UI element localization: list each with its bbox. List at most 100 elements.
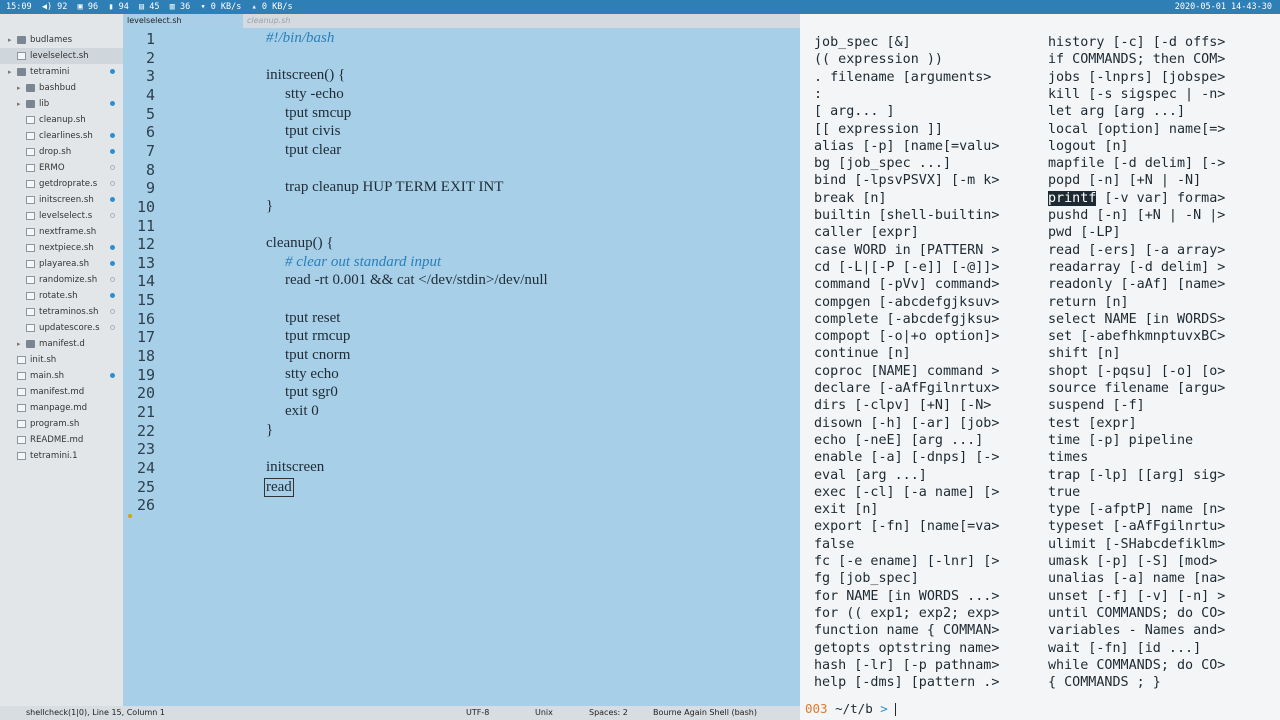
help-entry: fg [job_spec]: [814, 571, 919, 587]
prompt-arrow: >: [880, 701, 888, 716]
sidebar-item[interactable]: README.md: [0, 432, 123, 448]
folder-icon: [26, 100, 35, 108]
sidebar-item[interactable]: drop.sh: [0, 144, 123, 160]
sidebar-item[interactable]: playarea.sh: [0, 256, 123, 272]
sidebar-item[interactable]: ▸ budlames: [0, 32, 123, 48]
code-line[interactable]: tput civis: [285, 123, 340, 140]
help-entry: select NAME [in WORDS>: [1048, 311, 1226, 327]
prompt-number: 003: [805, 701, 828, 716]
system-indicators: 15:09 ◀) 92 ▣ 96 ▮ 94 ▤ 45 ▥ 36 ▾ 0 KB/s…: [6, 2, 293, 12]
sidebar-item-label: getdroprate.s: [39, 179, 98, 189]
sidebar-item[interactable]: clearlines.sh: [0, 128, 123, 144]
lint-status[interactable]: shellcheck(1|0), Line 15, Column 1: [26, 706, 165, 720]
sidebar-item[interactable]: updatescore.s: [0, 320, 123, 336]
sidebar-item[interactable]: rotate.sh: [0, 288, 123, 304]
help-entry: declare [-aAfFgilnrtux>: [814, 381, 1000, 396]
help-entry: getopts optstring name>: [814, 640, 1000, 656]
sidebar-item[interactable]: ▸ tetramini: [0, 64, 123, 80]
line-number: 25: [136, 477, 155, 496]
sidebar-item[interactable]: program.sh: [0, 416, 123, 432]
code-line[interactable]: cleanup() {: [266, 235, 334, 252]
encoding-status[interactable]: UTF-8: [466, 706, 489, 720]
sidebar-item[interactable]: init.sh: [0, 352, 123, 368]
help-entry: [[ expression ]]: [814, 121, 943, 137]
editor-tab-bar: levelselect.sh cleanup.sh: [123, 14, 800, 28]
git-status-dot-icon: [110, 149, 115, 154]
sidebar-item[interactable]: levelselect.sh: [0, 48, 123, 64]
help-entry: case WORD in [PATTERN >: [814, 242, 1000, 258]
sidebar-item[interactable]: initscreen.sh: [0, 192, 123, 208]
git-status-dot-icon: [110, 197, 115, 202]
help-entry: { COMMANDS ; }: [1048, 675, 1161, 691]
sidebar-item[interactable]: ▸ lib: [0, 96, 123, 112]
folder-icon: [17, 68, 26, 76]
code-line[interactable]: tput clear: [285, 142, 341, 159]
expand-arrow-icon[interactable]: ▸: [17, 336, 24, 352]
code-line[interactable]: tput reset: [285, 310, 340, 327]
sidebar-item[interactable]: levelselect.s: [0, 208, 123, 224]
help-entry: pushd [-n] [+N | -N |>: [1048, 208, 1226, 223]
code-line[interactable]: tput cnorm: [285, 347, 350, 364]
indent-status[interactable]: Spaces: 2: [589, 706, 628, 720]
sidebar-item[interactable]: randomize.sh: [0, 272, 123, 288]
code-line[interactable]: }: [266, 422, 273, 439]
code-line[interactable]: read: [264, 477, 294, 497]
sidebar-item[interactable]: nextpiece.sh: [0, 240, 123, 256]
code-line[interactable]: tput smcup: [285, 105, 351, 122]
tab-cleanup[interactable]: cleanup.sh: [243, 14, 363, 28]
file-icon: [26, 164, 35, 172]
code-line[interactable]: initscreen: [266, 459, 324, 476]
help-entry: job_spec [&]: [814, 35, 911, 50]
code-line[interactable]: stty echo: [285, 366, 339, 383]
help-entry: exit [n]: [814, 502, 879, 518]
sidebar-item-label: clearlines.sh: [39, 131, 93, 141]
sidebar-item[interactable]: ▸ bashbud: [0, 80, 123, 96]
sidebar-item[interactable]: cleanup.sh: [0, 112, 123, 128]
sidebar-item[interactable]: main.sh: [0, 368, 123, 384]
expand-arrow-icon[interactable]: ▸: [8, 32, 15, 48]
line-number: 5: [145, 104, 155, 123]
line-number: 3: [145, 67, 155, 86]
code-editor[interactable]: 1 #!/bin/bash 2 3 initscreen() {4 stty -echo 5…: [123, 28, 800, 706]
code-line[interactable]: initscreen() {: [266, 67, 345, 84]
help-entry: variables - Names and>: [1048, 623, 1226, 639]
sidebar-item[interactable]: ▸ manifest.d: [0, 336, 123, 352]
help-entry: hash [-lr] [-p pathnam>: [814, 657, 1000, 673]
line-number: 9: [145, 179, 155, 198]
shell-prompt[interactable]: 003 ~/t/b >: [805, 701, 897, 716]
sidebar-item[interactable]: tetramini.1: [0, 448, 123, 464]
code-line[interactable]: trap cleanup HUP TERM EXIT INT: [285, 179, 503, 196]
expand-arrow-icon[interactable]: ▸: [17, 96, 24, 112]
sidebar-item[interactable]: manpage.md: [0, 400, 123, 416]
syntax-status[interactable]: Bourne Again Shell (bash): [653, 706, 757, 720]
sidebar-item[interactable]: ERMO: [0, 160, 123, 176]
sidebar-item[interactable]: nextframe.sh: [0, 224, 123, 240]
code-line[interactable]: tput rmcup: [285, 328, 350, 345]
terminal-pane[interactable]: 003 ~/t/b > job_spec [&] (( expression ))…: [800, 14, 1280, 720]
help-entry: complete [-abcdefgjksu>: [814, 311, 1000, 327]
help-entry: dirs [-clpv] [+N] [-N>: [814, 398, 992, 414]
sidebar-item[interactable]: tetraminos.sh: [0, 304, 123, 320]
sidebar-item[interactable]: manifest.md: [0, 384, 123, 400]
code-line[interactable]: # clear out standard input: [285, 254, 441, 271]
code-line[interactable]: }: [266, 198, 273, 215]
line-endings-status[interactable]: Unix: [535, 706, 553, 720]
code-line[interactable]: exit 0: [285, 403, 319, 420]
help-entry: compgen [-abcdefgjksuv>: [814, 294, 1000, 310]
code-line[interactable]: #!/bin/bash: [266, 30, 334, 47]
expand-arrow-icon[interactable]: ▸: [8, 64, 15, 80]
code-line[interactable]: stty -echo: [285, 86, 344, 103]
line-number: 8: [145, 160, 155, 179]
help-entry: pwd [-LP]: [1048, 225, 1121, 241]
sidebar-item-label: playarea.sh: [39, 259, 90, 269]
code-line[interactable]: tput sgr0: [285, 384, 338, 401]
help-entry: readarray [-d delim] >: [1048, 259, 1226, 275]
file-icon: [17, 404, 26, 412]
tab-levelselect[interactable]: levelselect.sh: [123, 14, 243, 28]
sidebar-item-label: README.md: [30, 435, 84, 445]
expand-arrow-icon[interactable]: ▸: [17, 80, 24, 96]
help-entry: function name { COMMAN>: [814, 623, 1000, 639]
sidebar-item[interactable]: getdroprate.s: [0, 176, 123, 192]
code-line[interactable]: read -rt 0.001 && cat </dev/stdin>/dev/n…: [285, 272, 548, 289]
line-number: 26: [136, 496, 155, 515]
